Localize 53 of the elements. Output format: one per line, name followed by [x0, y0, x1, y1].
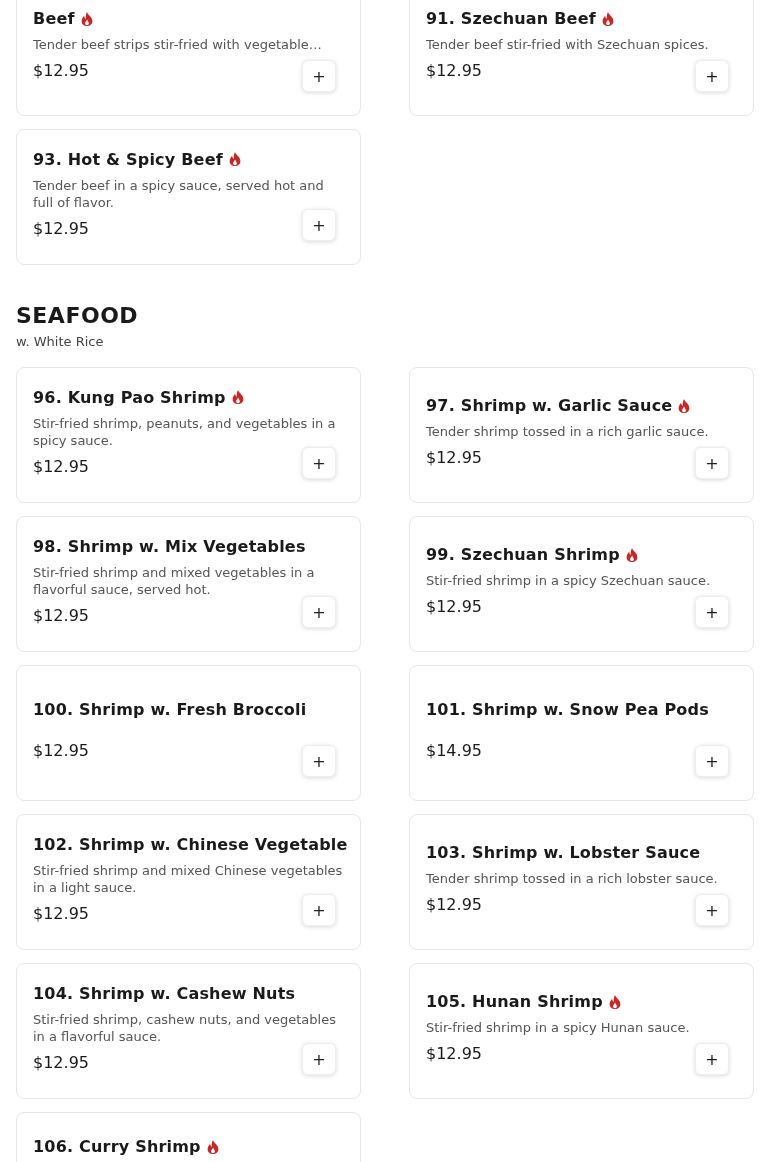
- item-price: $12.95: [426, 61, 482, 80]
- item-price: $12.95: [33, 903, 89, 923]
- add-button[interactable]: +: [302, 209, 336, 241]
- item-price: $14.95: [426, 740, 482, 760]
- item-description: Stir-fried shrimp in a spicy Szechuan sauce.: [426, 572, 712, 589]
- item-name: Beef: [33, 9, 75, 28]
- item-description: Tender shrimp tossed in a rich lobster sauce.: [426, 870, 719, 887]
- add-button[interactable]: +: [695, 1043, 729, 1075]
- add-button[interactable]: +: [695, 745, 729, 777]
- item-price: $12.95: [33, 740, 89, 760]
- add-button[interactable]: +: [302, 745, 336, 777]
- add-button[interactable]: +: [302, 894, 336, 926]
- add-button[interactable]: +: [302, 447, 336, 479]
- item-description: Stir-fried shrimp and mixed Chinese vegetables in a light sauce.: [33, 861, 344, 896]
- section-title: SEAFOOD: [16, 302, 140, 330]
- item-price: $12.95: [426, 895, 482, 914]
- item-name: 93. Hot & Spicy Beef: [33, 149, 223, 169]
- item-description: Tender shrimp tossed in a rich garlic sauce.: [426, 423, 710, 440]
- item-name: 91. Szechuan Beef: [426, 9, 596, 28]
- item-description: Tender beef strips stir-fried with vegetable…: [33, 36, 323, 53]
- item-name: 101. Shrimp w. Snow Pea Pods: [426, 699, 709, 719]
- item-name: 98. Shrimp w. Mix Vegetables: [33, 536, 306, 556]
- item-description: Stir-fried shrimp and mixed vegetables in a flavorful sauce, served hot.: [33, 563, 316, 598]
- add-button[interactable]: +: [302, 1043, 336, 1075]
- item-price: $12.95: [426, 597, 482, 616]
- item-price: $12.95: [33, 456, 89, 476]
- item-price: $12.95: [33, 61, 89, 80]
- add-button[interactable]: +: [695, 596, 729, 628]
- item-name: 104. Shrimp w. Cashew Nuts: [33, 983, 296, 1003]
- section-subtitle: w. White Rice: [16, 334, 105, 349]
- item-description: Tender beef stir-fried with Szechuan spices.: [426, 36, 710, 53]
- item-description: Tender beef in a spicy sauce, served hot and full of flavor.: [33, 176, 325, 211]
- add-button[interactable]: +: [695, 447, 729, 479]
- item-name: 106. Curry Shrimp: [33, 1137, 201, 1156]
- add-button[interactable]: +: [695, 60, 729, 92]
- item-name: 99. Szechuan Shrimp: [426, 545, 620, 564]
- item-name: 96. Kung Pao Shrimp: [33, 387, 226, 407]
- item-description: Stir-fried shrimp, peanuts, and vegetables in a spicy sauce.: [33, 414, 337, 449]
- item-price: $12.95: [426, 1044, 482, 1063]
- item-price: $12.95: [33, 605, 89, 625]
- item-name: 103. Shrimp w. Lobster Sauce: [426, 843, 701, 862]
- item-name: 97. Shrimp w. Garlic Sauce: [426, 396, 673, 415]
- item-name: 100. Shrimp w. Fresh Broccoli: [33, 699, 307, 719]
- item-price: $12.95: [33, 218, 89, 238]
- item-description: Stir-fried shrimp in a spicy Hunan sauce.: [426, 1019, 691, 1036]
- add-button[interactable]: +: [695, 894, 729, 926]
- item-name: 105. Hunan Shrimp: [426, 992, 603, 1011]
- add-button[interactable]: +: [302, 596, 336, 628]
- add-button[interactable]: +: [302, 60, 336, 92]
- item-description: Stir-fried shrimp, cashew nuts, and vegetables in a flavorful sauce.: [33, 1010, 337, 1045]
- item-price: $12.95: [426, 448, 482, 467]
- item-name: 102. Shrimp w. Chinese Vegetable: [33, 834, 348, 854]
- item-price: $12.95: [33, 1052, 89, 1072]
